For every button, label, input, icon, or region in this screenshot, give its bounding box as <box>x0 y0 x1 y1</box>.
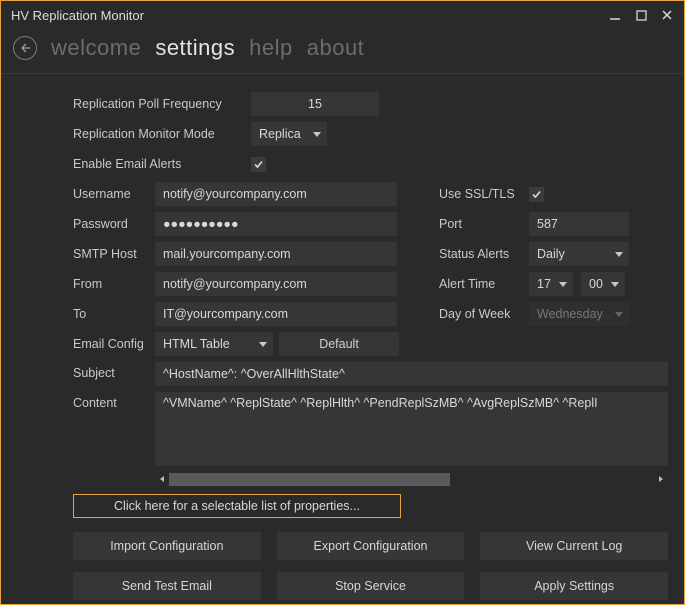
scroll-left-icon[interactable] <box>155 472 169 486</box>
email-config-default-button[interactable]: Default <box>279 332 399 356</box>
password-label: Password <box>73 217 155 231</box>
window-title: HV Replication Monitor <box>11 8 144 23</box>
monitor-mode-label: Replication Monitor Mode <box>73 127 251 141</box>
use-ssl-checkbox[interactable] <box>529 187 544 202</box>
alert-time-label: Alert Time <box>439 277 529 291</box>
monitor-mode-value: Replica <box>259 127 301 141</box>
username-label: Username <box>73 187 155 201</box>
password-input[interactable] <box>155 212 397 236</box>
navbar: welcome settings help about <box>1 29 684 74</box>
subject-input[interactable] <box>155 362 668 386</box>
content-textarea[interactable] <box>155 392 668 466</box>
tab-help[interactable]: help <box>249 35 293 61</box>
chevron-down-icon <box>313 132 321 137</box>
username-input[interactable] <box>155 182 397 206</box>
stop-service-button[interactable]: Stop Service <box>277 572 465 600</box>
chevron-down-icon <box>611 282 619 287</box>
monitor-mode-select[interactable]: Replica <box>251 122 327 146</box>
import-config-button[interactable]: Import Configuration <box>73 532 261 560</box>
smtp-host-input[interactable] <box>155 242 397 266</box>
alert-time-min-value: 00 <box>589 277 603 291</box>
poll-freq-input[interactable] <box>251 92 379 116</box>
scrollbar-thumb[interactable] <box>169 473 450 486</box>
smtp-host-label: SMTP Host <box>73 247 155 261</box>
to-input[interactable] <box>155 302 397 326</box>
apply-settings-button[interactable]: Apply Settings <box>480 572 668 600</box>
status-alerts-select[interactable]: Daily <box>529 242 629 266</box>
subject-label: Subject <box>73 362 155 380</box>
close-button[interactable] <box>656 4 678 26</box>
tab-settings[interactable]: settings <box>155 35 235 61</box>
send-test-email-button[interactable]: Send Test Email <box>73 572 261 600</box>
port-input[interactable] <box>529 212 629 236</box>
use-ssl-label: Use SSL/TLS <box>439 187 529 201</box>
alert-time-min-select[interactable]: 00 <box>581 272 625 296</box>
scrollbar-track[interactable] <box>169 473 654 486</box>
scroll-right-icon[interactable] <box>654 472 668 486</box>
export-config-button[interactable]: Export Configuration <box>277 532 465 560</box>
back-button[interactable] <box>13 36 37 60</box>
day-of-week-select[interactable]: Wednesday <box>529 302 629 326</box>
chevron-down-icon <box>615 312 623 317</box>
day-of-week-value: Wednesday <box>537 307 603 321</box>
alert-time-hour-value: 17 <box>537 277 551 291</box>
settings-panel: Replication Poll Frequency Replication M… <box>1 74 684 604</box>
poll-freq-label: Replication Poll Frequency <box>73 97 251 111</box>
content-label: Content <box>73 392 155 410</box>
maximize-button[interactable] <box>630 4 652 26</box>
port-label: Port <box>439 217 529 231</box>
email-config-select[interactable]: HTML Table <box>155 332 273 356</box>
chevron-down-icon <box>559 282 567 287</box>
day-of-week-label: Day of Week <box>439 307 529 321</box>
enable-alerts-checkbox[interactable] <box>251 157 266 172</box>
from-input[interactable] <box>155 272 397 296</box>
app-window: HV Replication Monitor welcome settings … <box>0 0 685 605</box>
tab-welcome[interactable]: welcome <box>51 35 141 61</box>
status-alerts-label: Status Alerts <box>439 247 529 261</box>
chevron-down-icon <box>259 342 267 347</box>
titlebar: HV Replication Monitor <box>1 1 684 29</box>
alert-time-hour-select[interactable]: 17 <box>529 272 573 296</box>
tab-about[interactable]: about <box>307 35 365 61</box>
to-label: To <box>73 307 155 321</box>
email-config-value: HTML Table <box>163 337 230 351</box>
from-label: From <box>73 277 155 291</box>
view-log-button[interactable]: View Current Log <box>480 532 668 560</box>
chevron-down-icon <box>615 252 623 257</box>
status-alerts-value: Daily <box>537 247 565 261</box>
content-hscrollbar[interactable] <box>155 472 668 486</box>
minimize-button[interactable] <box>604 4 626 26</box>
enable-alerts-label: Enable Email Alerts <box>73 157 251 171</box>
properties-link-button[interactable]: Click here for a selectable list of prop… <box>73 494 401 518</box>
email-config-label: Email Config <box>73 337 155 351</box>
